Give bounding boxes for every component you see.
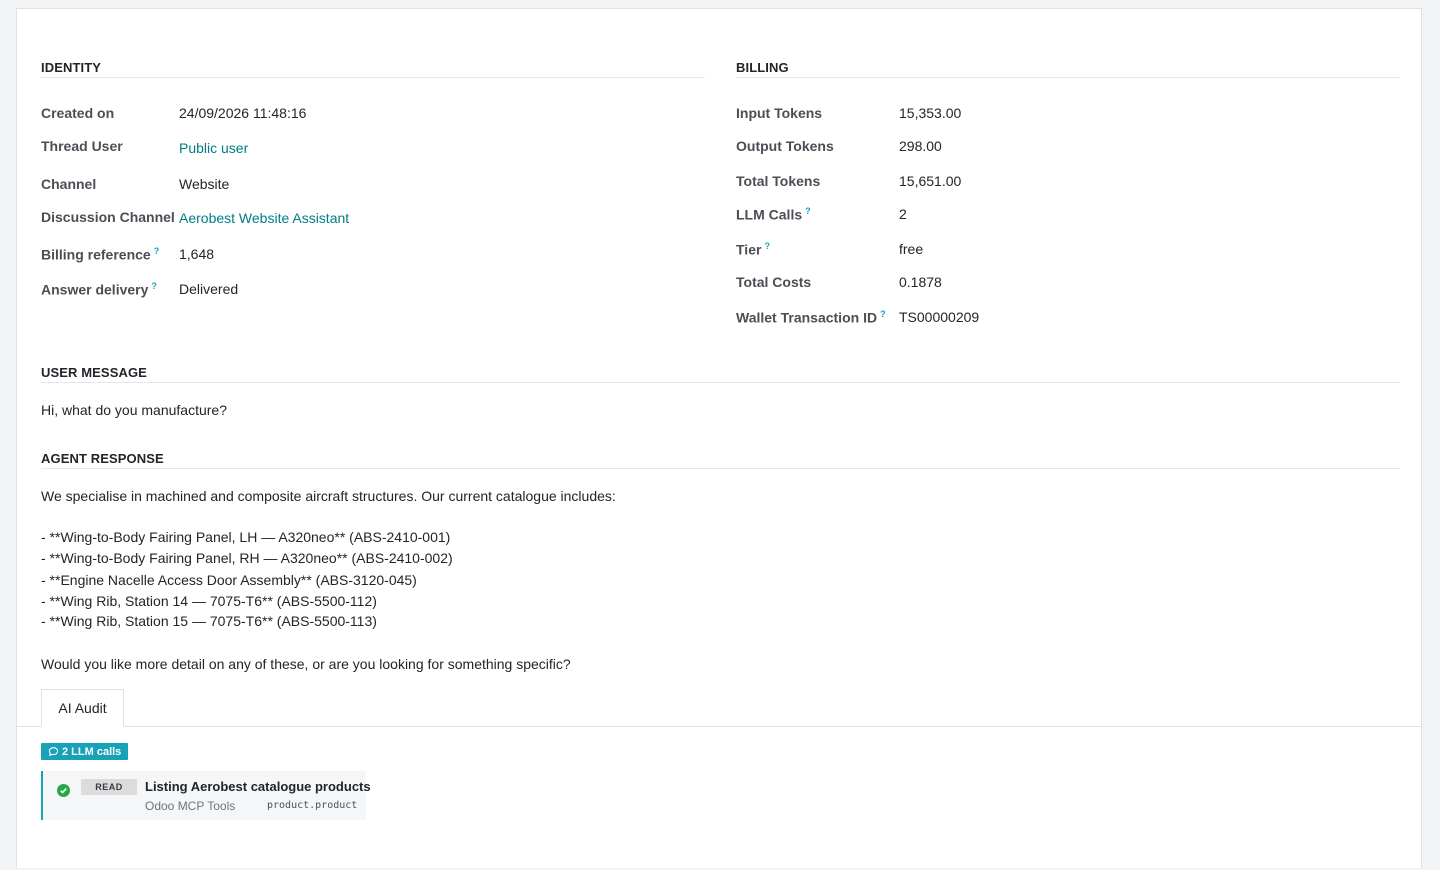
- answer-delivery-label: Answer delivery?: [41, 281, 157, 298]
- help-icon[interactable]: ?: [154, 246, 160, 256]
- llm-calls-badge-label: 2 LLM calls: [62, 745, 122, 758]
- output-tokens-label: Output Tokens: [736, 138, 834, 154]
- billing-reference-value: 1,648: [179, 246, 215, 262]
- notebook-tab-divider: [17, 726, 1421, 727]
- total-costs-label: Total Costs: [736, 274, 812, 290]
- thread-user-label: Thread User: [41, 138, 123, 154]
- agent-response-item: - **Wing-to-Body Fairing Panel, RH — A32…: [41, 550, 453, 566]
- llm-calls-label: LLM Calls?: [736, 206, 811, 223]
- total-costs-value: 0.1878: [899, 274, 942, 290]
- agent-response-intro: We specialise in machined and composite …: [41, 488, 616, 504]
- total-tokens-label: Total Tokens: [736, 173, 821, 189]
- check-circle-icon: [57, 784, 70, 797]
- llm-call-model: product.product: [267, 800, 358, 811]
- help-icon[interactable]: ?: [880, 309, 886, 319]
- agent-response-item: - **Engine Nacelle Access Door Assembly*…: [41, 572, 417, 588]
- help-icon[interactable]: ?: [151, 281, 157, 291]
- chat-bubble-icon: [48, 747, 59, 757]
- llm-call-title: Listing Aerobest catalogue products: [145, 779, 371, 794]
- thread-user-value[interactable]: Public user: [179, 140, 248, 156]
- tab-ai-audit[interactable]: AI Audit: [41, 689, 124, 727]
- discussion-channel-link[interactable]: Aerobest Website Assistant: [179, 210, 349, 226]
- llm-calls-value: 2: [899, 206, 907, 222]
- agent-response-item: - **Wing-to-Body Fairing Panel, LH — A32…: [41, 529, 451, 545]
- identity-group-title: IDENTITY: [41, 60, 102, 75]
- llm-call-card[interactable]: READ Listing Aerobest catalogue products…: [41, 771, 371, 820]
- agent-response-item: - **Wing Rib, Station 15 — 7075-T6** (AB…: [41, 613, 377, 629]
- total-tokens-value: 15,651.00: [899, 173, 962, 189]
- tier-value: free: [899, 241, 924, 257]
- wallet-transaction-value: TS00000209: [899, 309, 980, 325]
- llm-calls-badge: 2 LLM calls: [41, 743, 129, 760]
- discussion-channel-label: Discussion Channel: [41, 209, 175, 225]
- input-tokens-label: Input Tokens: [736, 105, 823, 121]
- input-tokens-value: 15,353.00: [899, 105, 962, 121]
- user-message-text: Hi, what do you manufacture?: [41, 402, 227, 418]
- user-message-divider: [41, 382, 1400, 383]
- agent-response-item: - **Wing Rib, Station 14 — 7075-T6** (AB…: [41, 593, 377, 609]
- output-tokens-value: 298.00: [899, 138, 942, 154]
- llm-call-source: Odoo MCP Tools: [145, 799, 236, 813]
- agent-response-outro: Would you like more detail on any of the…: [41, 656, 571, 672]
- created-on-label: Created on: [41, 105, 115, 121]
- agent-response-title: AGENT RESPONSE: [41, 451, 164, 466]
- identity-divider: [41, 77, 705, 78]
- help-icon[interactable]: ?: [764, 241, 770, 251]
- channel-label: Channel: [41, 176, 97, 192]
- discussion-channel-value[interactable]: Aerobest Website Assistant: [179, 210, 349, 226]
- tier-label: Tier?: [736, 241, 770, 258]
- billing-group-title: BILLING: [736, 60, 789, 75]
- billing-divider: [736, 77, 1400, 78]
- wallet-transaction-label: Wallet Transaction ID?: [736, 309, 886, 326]
- channel-value: Website: [179, 176, 230, 192]
- billing-reference-label: Billing reference?: [41, 246, 160, 263]
- agent-response-divider: [41, 468, 1400, 469]
- operation-badge: READ: [81, 779, 137, 795]
- help-icon[interactable]: ?: [805, 206, 811, 216]
- created-on-value: 24/09/2026 11:48:16: [179, 105, 307, 121]
- user-message-title: USER MESSAGE: [41, 365, 147, 380]
- form-sheet: IDENTITY Created on 24/09/2026 11:48:16 …: [16, 8, 1422, 868]
- answer-delivery-value: Delivered: [179, 281, 239, 297]
- thread-user-link[interactable]: Public user: [179, 140, 248, 156]
